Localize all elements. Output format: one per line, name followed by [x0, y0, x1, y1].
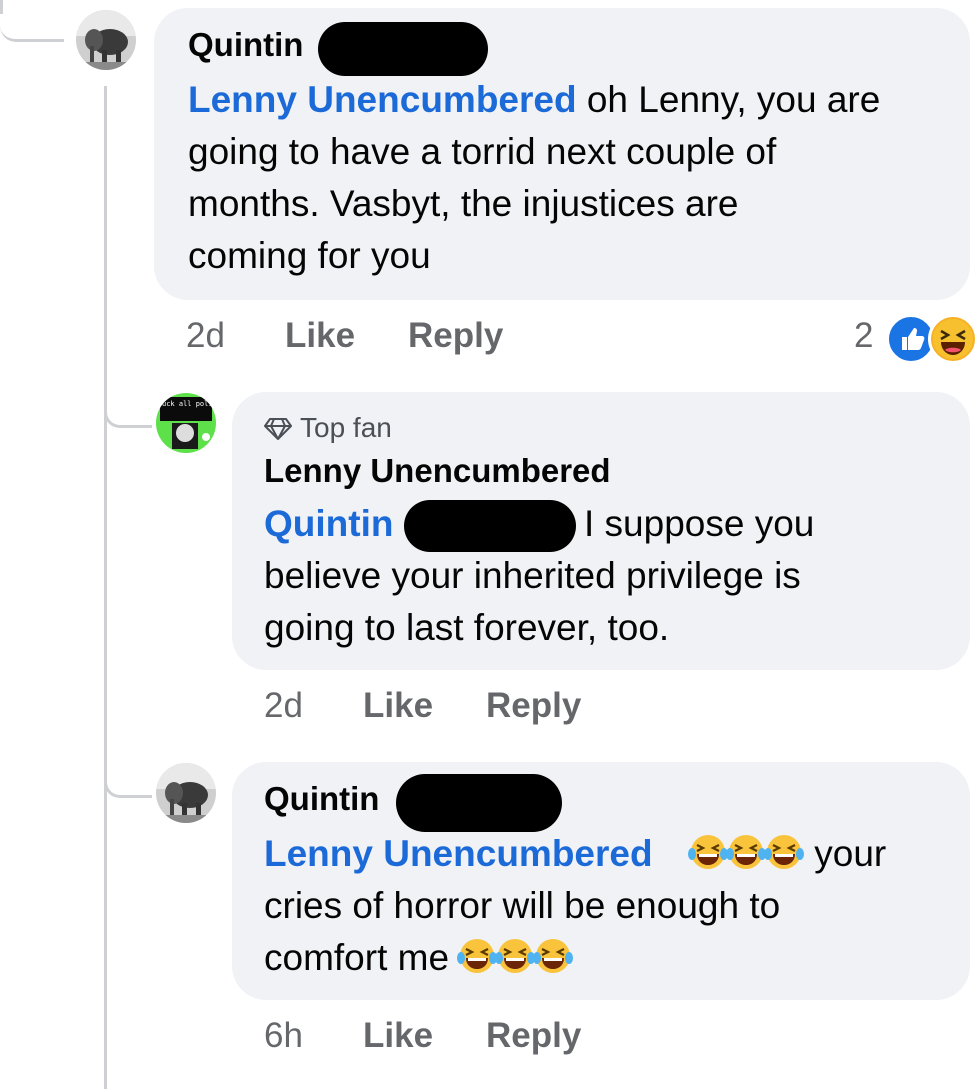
comment-text-line: I suppose you [584, 503, 815, 544]
comment-text-line: coming for you [188, 235, 431, 276]
redaction-mark [318, 22, 488, 76]
comment-author[interactable]: Quintin [188, 26, 303, 64]
comment-text-line: Quintin [264, 498, 393, 550]
tears-of-joy-emoji [764, 832, 804, 872]
reply-connector-curve-2 [104, 750, 152, 798]
avatar[interactable]: uck all politicians [156, 393, 216, 453]
mention-link[interactable]: Lenny Unencumbered [264, 833, 653, 874]
laughing-face-icon [928, 314, 978, 364]
comment-timestamp[interactable]: 2d [186, 316, 225, 356]
avatar[interactable] [156, 763, 216, 823]
emoji-group: your [688, 828, 886, 880]
elephant-photo-icon [156, 763, 216, 823]
reaction-count: 2 [854, 316, 874, 355]
tears-of-joy-emoji [495, 936, 536, 976]
redaction-mark [404, 500, 576, 552]
comment-author[interactable]: Quintin [264, 780, 379, 818]
reply-button[interactable]: Reply [486, 1016, 581, 1056]
comment-author[interactable]: Lenny Unencumbered [264, 452, 611, 490]
tears-of-joy-emoji [533, 936, 574, 976]
tears-of-joy-emoji [726, 832, 766, 872]
avatar[interactable] [76, 10, 136, 70]
comment-text-line: cries of horror will be enough to [264, 885, 781, 926]
comment-text-line: believe your inherited privilege is [264, 555, 801, 596]
tears-of-joy-emoji [457, 936, 498, 976]
mention-link[interactable]: Quintin [264, 503, 393, 544]
diamond-icon [264, 418, 292, 440]
comment-timestamp[interactable]: 2d [264, 686, 303, 726]
top-fan-badge: Top fan [264, 412, 392, 444]
comment-timestamp[interactable]: 6h [264, 1016, 303, 1056]
tears-of-joy-emoji [688, 832, 728, 872]
comment-text-line: comfort me [264, 932, 574, 984]
reply-connector-curve-1 [104, 380, 152, 428]
thread-connector-curve [0, 0, 64, 42]
like-button[interactable]: Like [285, 316, 355, 356]
reply-button[interactable]: Reply [486, 686, 581, 726]
mention-link[interactable]: Lenny Unencumbered [188, 79, 577, 120]
elephant-photo-icon [76, 10, 136, 70]
comment-text-line: going to last forever, too. [264, 607, 670, 648]
comment-text-line: going to have a torrid next couple of [188, 131, 777, 172]
svg-text:uck all politicians: uck all politicians [162, 400, 216, 408]
thread-connector-vertical [104, 86, 107, 1089]
comment-text-line: Lenny Unencumbered oh Lenny, you are [188, 79, 881, 120]
like-button[interactable]: Like [363, 686, 433, 726]
like-button[interactable]: Like [363, 1016, 433, 1056]
redaction-mark [396, 774, 562, 832]
poster-avatar-icon: uck all politicians [156, 393, 216, 453]
comment-text-line: Lenny Unencumbered [264, 828, 653, 880]
reply-button[interactable]: Reply [408, 316, 503, 356]
comment-text-line: months. Vasbyt, the injustices are [188, 183, 739, 224]
